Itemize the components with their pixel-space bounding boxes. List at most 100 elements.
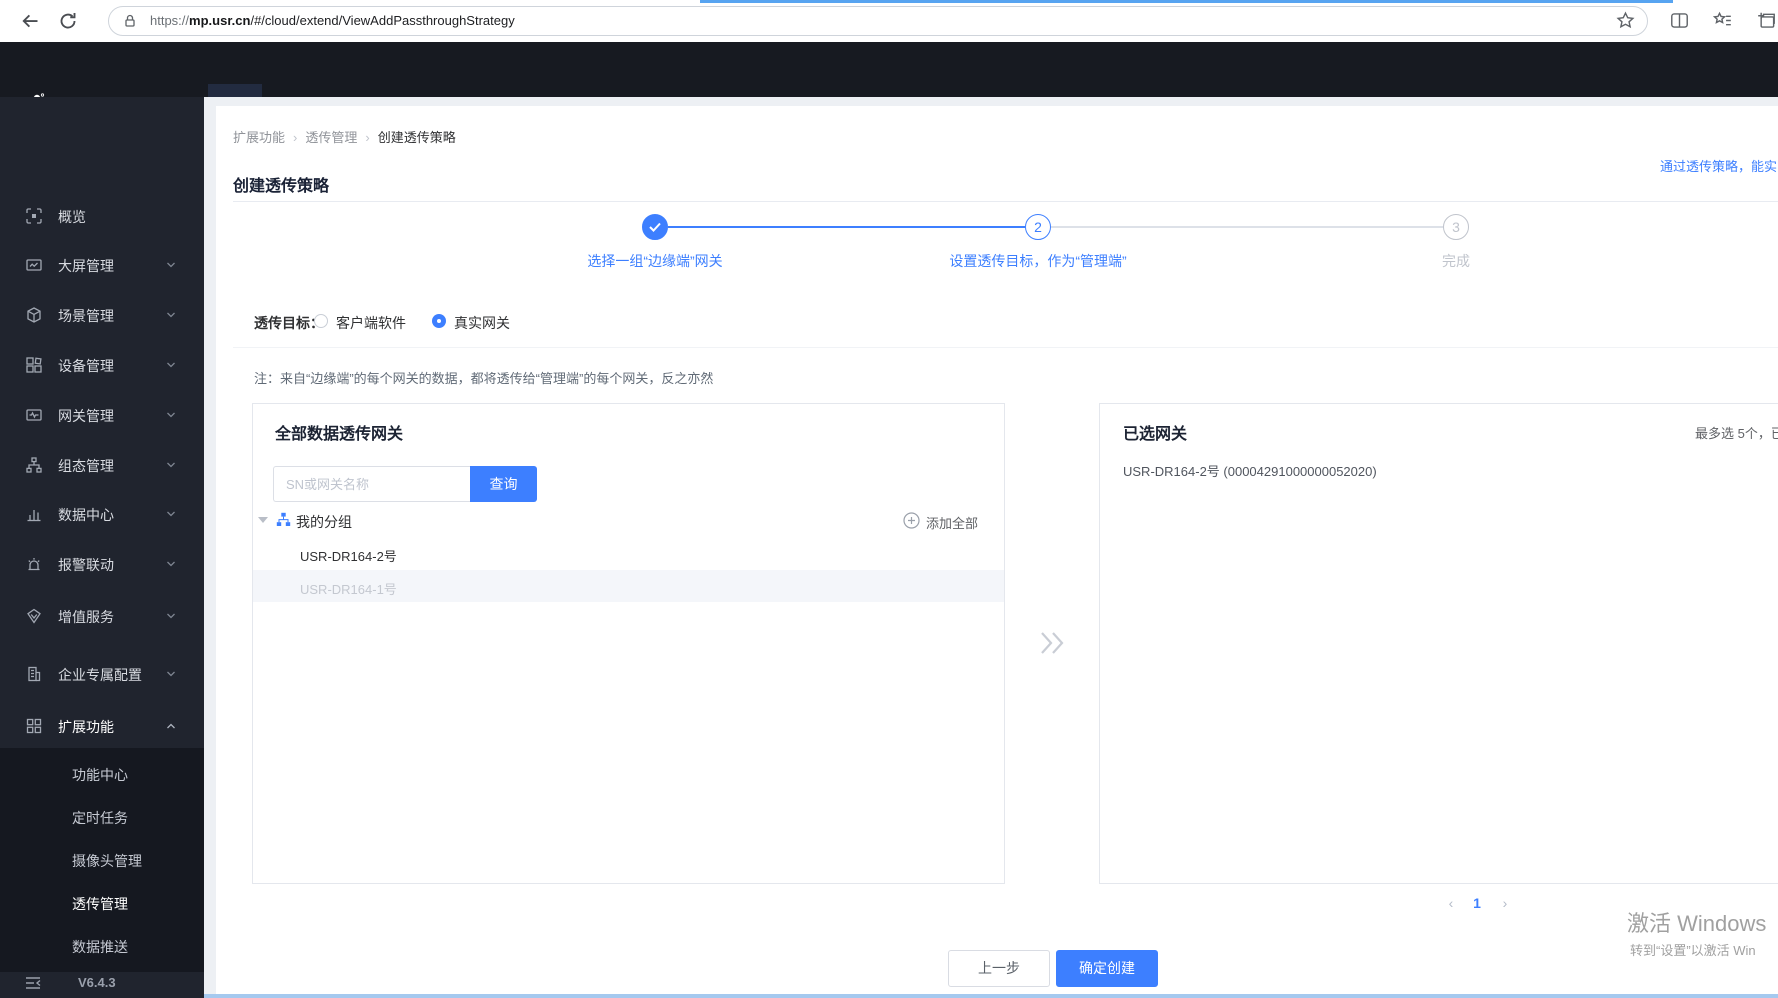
browser-back-icon[interactable] bbox=[20, 11, 40, 31]
sidebar-item-label: 扩展功能 bbox=[58, 719, 114, 735]
strategy-help-link[interactable]: 通过透传策略，能实 bbox=[1660, 156, 1777, 175]
check-icon bbox=[649, 222, 661, 232]
breadcrumb: 扩展功能 › 透传管理 › 创建透传策略 bbox=[233, 127, 456, 146]
confirm-create-button[interactable]: 确定创建 bbox=[1056, 950, 1158, 987]
favorites-bar-icon[interactable] bbox=[1713, 11, 1733, 31]
radio-real-gateway-label[interactable]: 真实网关 bbox=[454, 313, 510, 333]
transfer-right-icon bbox=[1038, 627, 1066, 659]
chevron-up-icon bbox=[166, 722, 176, 730]
chevron-down-icon bbox=[166, 261, 176, 269]
radio-client-software-label[interactable]: 客户端软件 bbox=[336, 313, 406, 333]
pagination-prev[interactable]: ‹ bbox=[1440, 892, 1462, 914]
submenu-item-camera[interactable]: 摄像头管理 bbox=[0, 841, 204, 877]
title-divider bbox=[233, 201, 1778, 202]
breadcrumb-current: 创建透传策略 bbox=[377, 130, 456, 145]
active-tab-indicator bbox=[700, 0, 1673, 3]
extend-submenu: 功能中心 定时任务 摄像头管理 透传管理 数据推送 bbox=[0, 748, 204, 972]
breadcrumb-extend[interactable]: 扩展功能 bbox=[233, 130, 285, 145]
sidebar-item-label: 数据中心 bbox=[58, 507, 114, 523]
selected-gateways-title: 已选网关 bbox=[1123, 426, 1188, 443]
sidebar-item-label: 增值服务 bbox=[58, 609, 114, 625]
step-2-label: 设置透传目标，作为“管理端” bbox=[949, 253, 1127, 269]
url-scheme: https:// bbox=[150, 13, 190, 28]
valueadd-icon bbox=[26, 608, 42, 624]
chevron-down-icon bbox=[166, 361, 176, 369]
previous-step-button[interactable]: 上一步 bbox=[948, 950, 1050, 987]
step-3-circle: 3 bbox=[1443, 214, 1469, 240]
scene-icon bbox=[26, 307, 42, 323]
pagination-page-1[interactable]: 1 bbox=[1466, 892, 1488, 914]
url-path: /#/cloud/extend/ViewAddPassthroughStrate… bbox=[250, 13, 515, 28]
gateway-item-disabled[interactable]: USR-DR164-1号 bbox=[300, 579, 397, 598]
submenu-item-data-push[interactable]: 数据推送 bbox=[0, 927, 204, 963]
sidebar: 概览 大屏管理 场景管理 设备管理 网关管理 组态管理 数据中心 报警联动 增值… bbox=[0, 97, 204, 998]
chevron-down-icon bbox=[166, 311, 176, 319]
lock-icon[interactable] bbox=[122, 13, 138, 29]
breadcrumb-separator: › bbox=[293, 130, 298, 145]
sidebar-item-extend[interactable]: 扩展功能 bbox=[0, 706, 204, 746]
windows-activation-hint: 转到“设置”以激活 Win bbox=[1630, 943, 1756, 958]
add-all-label[interactable]: 添加全部 bbox=[926, 513, 978, 532]
section-divider bbox=[233, 347, 1778, 348]
chevron-down-icon bbox=[166, 461, 176, 469]
url-domain: mp.usr.cn bbox=[189, 13, 251, 28]
sidebar-item-device[interactable]: 设备管理 bbox=[0, 345, 204, 385]
sidebar-item-scada[interactable]: 组态管理 bbox=[0, 445, 204, 485]
page-title: 创建透传策略 bbox=[233, 178, 330, 195]
step-2-circle: 2 bbox=[1025, 214, 1051, 240]
pagination-next[interactable]: › bbox=[1494, 892, 1516, 914]
selection-limit-note: 最多选 5个，已选 bbox=[1695, 426, 1778, 441]
sidebar-item-alarm[interactable]: 报警联动 bbox=[0, 544, 204, 584]
chevron-down-icon bbox=[166, 411, 176, 419]
split-screen-icon[interactable] bbox=[1670, 11, 1690, 31]
submenu-item-function-center[interactable]: 功能中心 bbox=[0, 755, 204, 791]
search-input[interactable] bbox=[273, 466, 470, 502]
datacenter-icon bbox=[26, 506, 42, 522]
collections-icon[interactable] bbox=[1757, 11, 1777, 31]
device-icon bbox=[26, 357, 42, 373]
passthrough-note: 注：来自“边缘端”的每个网关的数据，都将透传给“管理端”的每个网关，反之亦然 bbox=[254, 371, 714, 386]
app-header: 有人云控制台 www.usr.cn IoT DM SIM 官方商城 服务支持 用… bbox=[0, 42, 1778, 139]
sidebar-item-enterprise[interactable]: 企业专属配置 bbox=[0, 654, 204, 694]
sidebar-item-valueadd[interactable]: 增值服务 bbox=[0, 596, 204, 636]
tree-group-label[interactable]: 我的分组 bbox=[296, 512, 352, 532]
browser-toolbar: https://mp.usr.cn/#/cloud/extend/ViewAdd… bbox=[0, 0, 1778, 42]
version-label: V6.4.3 bbox=[78, 975, 116, 990]
submenu-item-timed-task[interactable]: 定时任务 bbox=[0, 798, 204, 834]
scada-icon bbox=[26, 457, 42, 473]
sidebar-item-overview[interactable]: 概览 bbox=[0, 196, 204, 236]
extend-icon bbox=[26, 718, 42, 734]
windows-activation-watermark: 激活 Windows bbox=[1627, 911, 1767, 936]
search-button[interactable]: 查询 bbox=[470, 466, 537, 502]
add-all-icon[interactable] bbox=[903, 512, 920, 529]
overview-icon bbox=[26, 208, 42, 224]
step-3-label: 完成 bbox=[1442, 253, 1470, 269]
browser-refresh-icon[interactable] bbox=[58, 11, 78, 31]
sidebar-item-label: 设备管理 bbox=[58, 358, 114, 374]
chevron-down-icon bbox=[166, 612, 176, 620]
radio-real-gateway[interactable] bbox=[432, 314, 446, 328]
sidebar-item-bigscreen[interactable]: 大屏管理 bbox=[0, 245, 204, 285]
sidebar-item-label: 网关管理 bbox=[58, 408, 114, 424]
chevron-down-icon bbox=[166, 510, 176, 518]
sidebar-item-scene[interactable]: 场景管理 bbox=[0, 295, 204, 335]
step-1-circle bbox=[642, 214, 668, 240]
gateway-item[interactable]: USR-DR164-2号 bbox=[300, 546, 397, 565]
sidebar-item-label: 大屏管理 bbox=[58, 258, 114, 274]
all-gateways-title: 全部数据透传网关 bbox=[275, 426, 404, 443]
favorite-star-icon[interactable] bbox=[1616, 11, 1636, 31]
enterprise-icon bbox=[26, 666, 42, 682]
submenu-item-passthrough[interactable]: 透传管理 bbox=[0, 884, 204, 920]
sidebar-collapse-icon[interactable] bbox=[24, 975, 42, 991]
breadcrumb-passthrough[interactable]: 透传管理 bbox=[305, 130, 357, 145]
sidebar-item-label: 报警联动 bbox=[58, 557, 114, 573]
alarm-icon bbox=[26, 556, 42, 572]
app-root: https://mp.usr.cn/#/cloud/extend/ViewAdd… bbox=[0, 0, 1778, 998]
radio-client-software[interactable] bbox=[314, 314, 328, 328]
chevron-down-icon bbox=[166, 560, 176, 568]
selected-gateway-item[interactable]: USR-DR164-2号 (00004291000000052020) bbox=[1123, 461, 1377, 480]
url-text[interactable]: https://mp.usr.cn/#/cloud/extend/ViewAdd… bbox=[150, 13, 515, 28]
sidebar-item-datacenter[interactable]: 数据中心 bbox=[0, 494, 204, 534]
tree-expand-caret[interactable] bbox=[258, 517, 268, 523]
sidebar-item-gateway[interactable]: 网关管理 bbox=[0, 395, 204, 435]
